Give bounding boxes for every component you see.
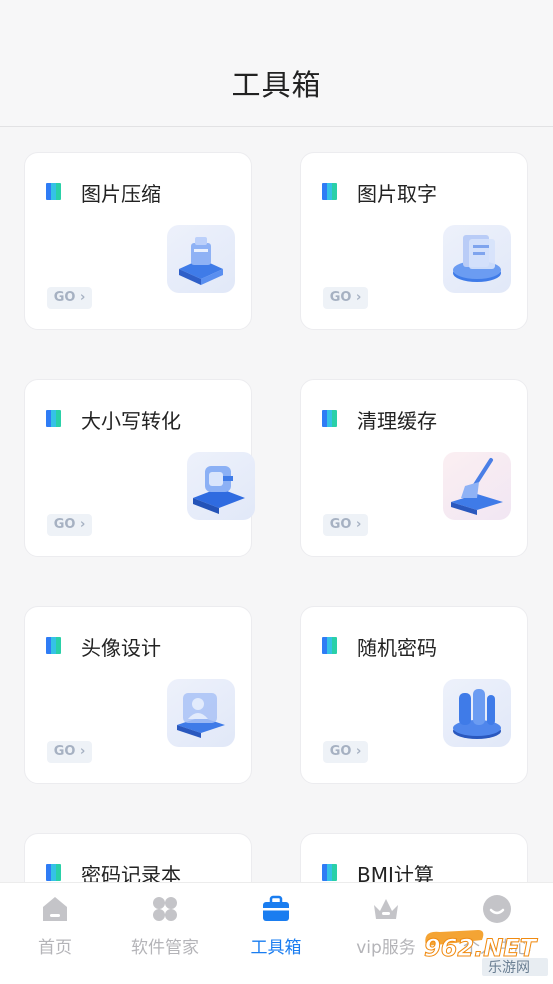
title-marker	[46, 410, 62, 427]
tool-name: BMI计算	[357, 863, 434, 882]
tool-grid: 图片压缩 GO › 图片取字 GO › 大小写转化 GO › 清理缓存 GO ›…	[0, 127, 553, 882]
tab-label: 软件管家	[131, 938, 199, 958]
header: 工具箱	[0, 0, 553, 127]
broom-icon	[443, 452, 511, 520]
tool-card-image-compress[interactable]: 图片压缩 GO ›	[24, 152, 252, 330]
watermark-subtext: 乐游网	[488, 960, 530, 976]
tool-name: 大小写转化	[81, 409, 181, 433]
go-button[interactable]: GO ›	[47, 287, 92, 309]
tab-toolbox[interactable]: 工具箱	[221, 883, 331, 984]
case-convert-icon	[187, 452, 255, 520]
tab-software-manager[interactable]: 软件管家	[110, 883, 220, 984]
page-title: 工具箱	[231, 68, 322, 102]
tool-name: 图片取字	[357, 182, 437, 206]
home-icon	[39, 893, 71, 925]
title-marker	[322, 410, 338, 427]
go-button[interactable]: GO ›	[323, 287, 368, 309]
compress-image-icon	[167, 225, 235, 293]
tool-card-random-password[interactable]: 随机密码 GO ›	[300, 606, 528, 784]
toolbox-icon	[260, 893, 292, 925]
tool-name: 密码记录本	[81, 863, 181, 882]
go-button[interactable]: GO ›	[47, 514, 92, 536]
random-password-icon	[443, 679, 511, 747]
tool-card-password-notebook[interactable]: 密码记录本	[24, 833, 252, 882]
site-watermark: 962.NET 乐游网	[418, 926, 550, 978]
go-button[interactable]: GO ›	[323, 741, 368, 763]
go-button[interactable]: GO ›	[47, 741, 92, 763]
crown-icon	[370, 893, 402, 925]
title-marker	[322, 864, 338, 881]
tool-name: 头像设计	[81, 636, 161, 660]
tool-name: 清理缓存	[357, 409, 437, 433]
avatar-design-icon	[167, 679, 235, 747]
tab-label: 工具箱	[250, 938, 302, 958]
apps-icon	[149, 893, 181, 925]
tool-name: 图片压缩	[81, 182, 161, 206]
title-marker	[46, 864, 62, 881]
tool-name: 随机密码	[357, 636, 437, 660]
tool-card-bmi[interactable]: BMI计算	[300, 833, 528, 882]
go-button[interactable]: GO ›	[323, 514, 368, 536]
tool-card-image-text[interactable]: 图片取字 GO ›	[300, 152, 528, 330]
smile-icon	[481, 893, 513, 925]
tab-home[interactable]: 首页	[0, 883, 110, 984]
tab-label: 首页	[38, 938, 72, 958]
image-text-icon	[443, 225, 511, 293]
tool-card-case-convert[interactable]: 大小写转化 GO ›	[24, 379, 255, 557]
title-marker	[46, 637, 62, 654]
title-marker	[322, 637, 338, 654]
title-marker	[322, 183, 338, 200]
tool-card-clear-cache[interactable]: 清理缓存 GO ›	[300, 379, 528, 557]
title-marker	[46, 183, 62, 200]
watermark-text: 962.NET	[424, 934, 538, 962]
tool-card-avatar-design[interactable]: 头像设计 GO ›	[24, 606, 252, 784]
